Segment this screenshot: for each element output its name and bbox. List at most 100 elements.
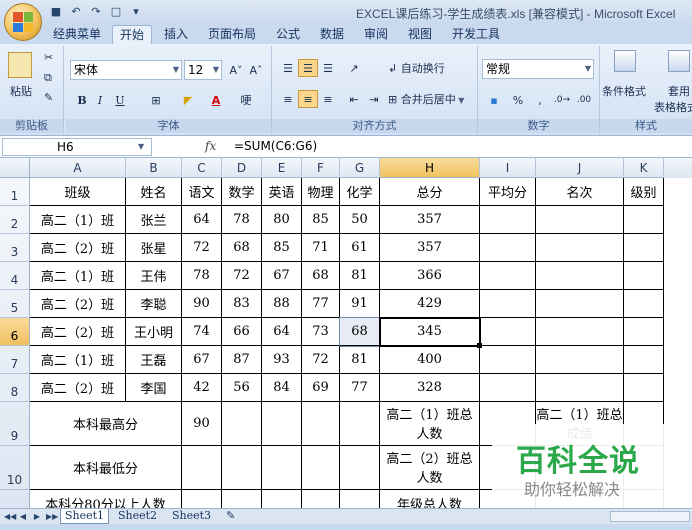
cell-e5[interactable]: 88 xyxy=(262,290,302,318)
cell-b3[interactable]: 张星 xyxy=(126,234,182,262)
sheet-tab-1[interactable]: Sheet1 xyxy=(60,509,110,524)
increase-indent-icon[interactable]: ⇥ xyxy=(364,90,384,108)
cell-d5[interactable]: 83 xyxy=(222,290,262,318)
cell-f7[interactable]: 72 xyxy=(302,346,340,374)
first-sheet-icon[interactable]: ◀◀ xyxy=(4,511,16,522)
cell-d7[interactable]: 87 xyxy=(222,346,262,374)
wrap-text-button[interactable]: ↲ 自动换行 xyxy=(388,61,445,77)
cell-j2[interactable] xyxy=(536,206,624,234)
tab-developer[interactable]: 开发工具 xyxy=(446,25,506,44)
cell-g11[interactable] xyxy=(340,490,380,508)
cell-d6[interactable]: 66 xyxy=(222,318,262,346)
header-cell-e[interactable]: 英语 xyxy=(262,178,302,206)
cell-h5[interactable]: 429 xyxy=(380,290,480,318)
cell-b7[interactable]: 王磊 xyxy=(126,346,182,374)
cell-c5[interactable]: 90 xyxy=(182,290,222,318)
cell-f3[interactable]: 71 xyxy=(302,234,340,262)
cell-i2[interactable] xyxy=(480,206,536,234)
cell-i8[interactable] xyxy=(480,374,536,402)
cell-k6[interactable] xyxy=(624,318,664,346)
cell-c8[interactable]: 42 xyxy=(182,374,222,402)
border-icon[interactable]: ⊞ xyxy=(146,91,166,109)
cell-g4[interactable]: 81 xyxy=(340,262,380,290)
summary-max-label[interactable]: 本科最高分 xyxy=(30,402,182,446)
format-as-table-line2[interactable]: 表格格式 xyxy=(654,100,692,116)
cell-k2[interactable] xyxy=(624,206,664,234)
cell-e4[interactable]: 67 xyxy=(262,262,302,290)
cell-k7[interactable] xyxy=(624,346,664,374)
cell-j5[interactable] xyxy=(536,290,624,318)
align-center-icon[interactable]: ≡ xyxy=(298,90,318,108)
cell-e3[interactable]: 85 xyxy=(262,234,302,262)
conditional-format-icon[interactable] xyxy=(614,50,636,72)
save-icon[interactable]: ■ xyxy=(48,4,64,20)
increase-decimal-icon[interactable]: .0→ xyxy=(552,91,572,109)
grade-count-label[interactable]: 年级总人数 xyxy=(380,490,480,508)
name-box-dropdown-icon[interactable]: ▼ xyxy=(138,142,144,151)
phonetic-icon[interactable]: 哽 xyxy=(236,91,256,109)
cell-g5[interactable]: 91 xyxy=(340,290,380,318)
cell-c10[interactable] xyxy=(182,446,222,490)
header-cell-c[interactable]: 语文 xyxy=(182,178,222,206)
cell-f8[interactable]: 69 xyxy=(302,374,340,402)
cell-d10[interactable] xyxy=(222,446,262,490)
cell-a4[interactable]: 高二（1）班 xyxy=(30,262,126,290)
cell-h8[interactable]: 328 xyxy=(380,374,480,402)
header-cell-h[interactable]: 总分 xyxy=(380,178,480,206)
comma-button[interactable]: , xyxy=(530,91,550,109)
paste-icon[interactable] xyxy=(8,52,32,78)
cell-e6[interactable]: 64 xyxy=(262,318,302,346)
summary-min-label[interactable]: 本科最低分 xyxy=(30,446,182,490)
tab-formulas[interactable]: 公式 xyxy=(270,25,306,44)
header-cell-f[interactable]: 物理 xyxy=(302,178,340,206)
name-box[interactable]: H6 xyxy=(2,138,152,156)
cell-f2[interactable]: 85 xyxy=(302,206,340,234)
redo-icon[interactable]: ↷ xyxy=(88,4,104,20)
decrease-decimal-icon[interactable]: .00 xyxy=(574,91,594,109)
cell-g9[interactable] xyxy=(340,402,380,446)
cell-e2[interactable]: 80 xyxy=(262,206,302,234)
cell-h4[interactable]: 366 xyxy=(380,262,480,290)
cell-e10[interactable] xyxy=(262,446,302,490)
cell-h3[interactable]: 357 xyxy=(380,234,480,262)
align-right-icon[interactable]: ≡ xyxy=(318,90,338,108)
cell-e7[interactable]: 93 xyxy=(262,346,302,374)
shrink-font-icon[interactable]: Aˆ xyxy=(246,61,266,79)
cut-icon[interactable]: ✂ xyxy=(44,50,53,66)
header-cell-i[interactable]: 平均分 xyxy=(480,178,536,206)
cell-i4[interactable] xyxy=(480,262,536,290)
format-painter-icon[interactable]: ✎ xyxy=(44,90,53,106)
underline-button[interactable]: U xyxy=(110,91,130,109)
class1-count-label[interactable]: 高二（1）班总人数 xyxy=(380,402,480,446)
class2-count-label[interactable]: 高二（2）班总人数 xyxy=(380,446,480,490)
cell-g8[interactable]: 77 xyxy=(340,374,380,402)
cell-h7[interactable]: 400 xyxy=(380,346,480,374)
cell-b8[interactable]: 李国 xyxy=(126,374,182,402)
grow-font-icon[interactable]: A˅ xyxy=(226,61,246,79)
cell-j3[interactable] xyxy=(536,234,624,262)
cell-g7[interactable]: 81 xyxy=(340,346,380,374)
cell-b2[interactable]: 张兰 xyxy=(126,206,182,234)
cell-c2[interactable]: 64 xyxy=(182,206,222,234)
last-sheet-icon[interactable]: ▶▶ xyxy=(46,511,58,522)
italic-button[interactable]: I xyxy=(90,91,110,109)
tab-review[interactable]: 审阅 xyxy=(358,25,394,44)
summary-over80-label[interactable]: 本科分80分以上人数 xyxy=(30,490,182,508)
header-cell-a[interactable]: 班级 xyxy=(30,178,126,206)
cell-d3[interactable]: 68 xyxy=(222,234,262,262)
cell-d11[interactable] xyxy=(222,490,262,508)
cell-k5[interactable] xyxy=(624,290,664,318)
cell-g3[interactable]: 61 xyxy=(340,234,380,262)
cell-a7[interactable]: 高二（1）班 xyxy=(30,346,126,374)
cell-b4[interactable]: 王伟 xyxy=(126,262,182,290)
cell-h6[interactable]: 345 xyxy=(380,318,480,346)
percent-button[interactable]: % xyxy=(508,91,528,109)
tab-view[interactable]: 视图 xyxy=(402,25,438,44)
cell-b5[interactable]: 李聪 xyxy=(126,290,182,318)
header-cell-j[interactable]: 名次 xyxy=(536,178,624,206)
conditional-format-button[interactable]: 条件格式 xyxy=(602,84,646,100)
summary-max-value[interactable]: 90 xyxy=(182,402,222,446)
cell-j6[interactable] xyxy=(536,318,624,346)
bold-button[interactable]: B xyxy=(72,91,92,109)
insert-function-icon[interactable]: fx xyxy=(205,139,216,153)
